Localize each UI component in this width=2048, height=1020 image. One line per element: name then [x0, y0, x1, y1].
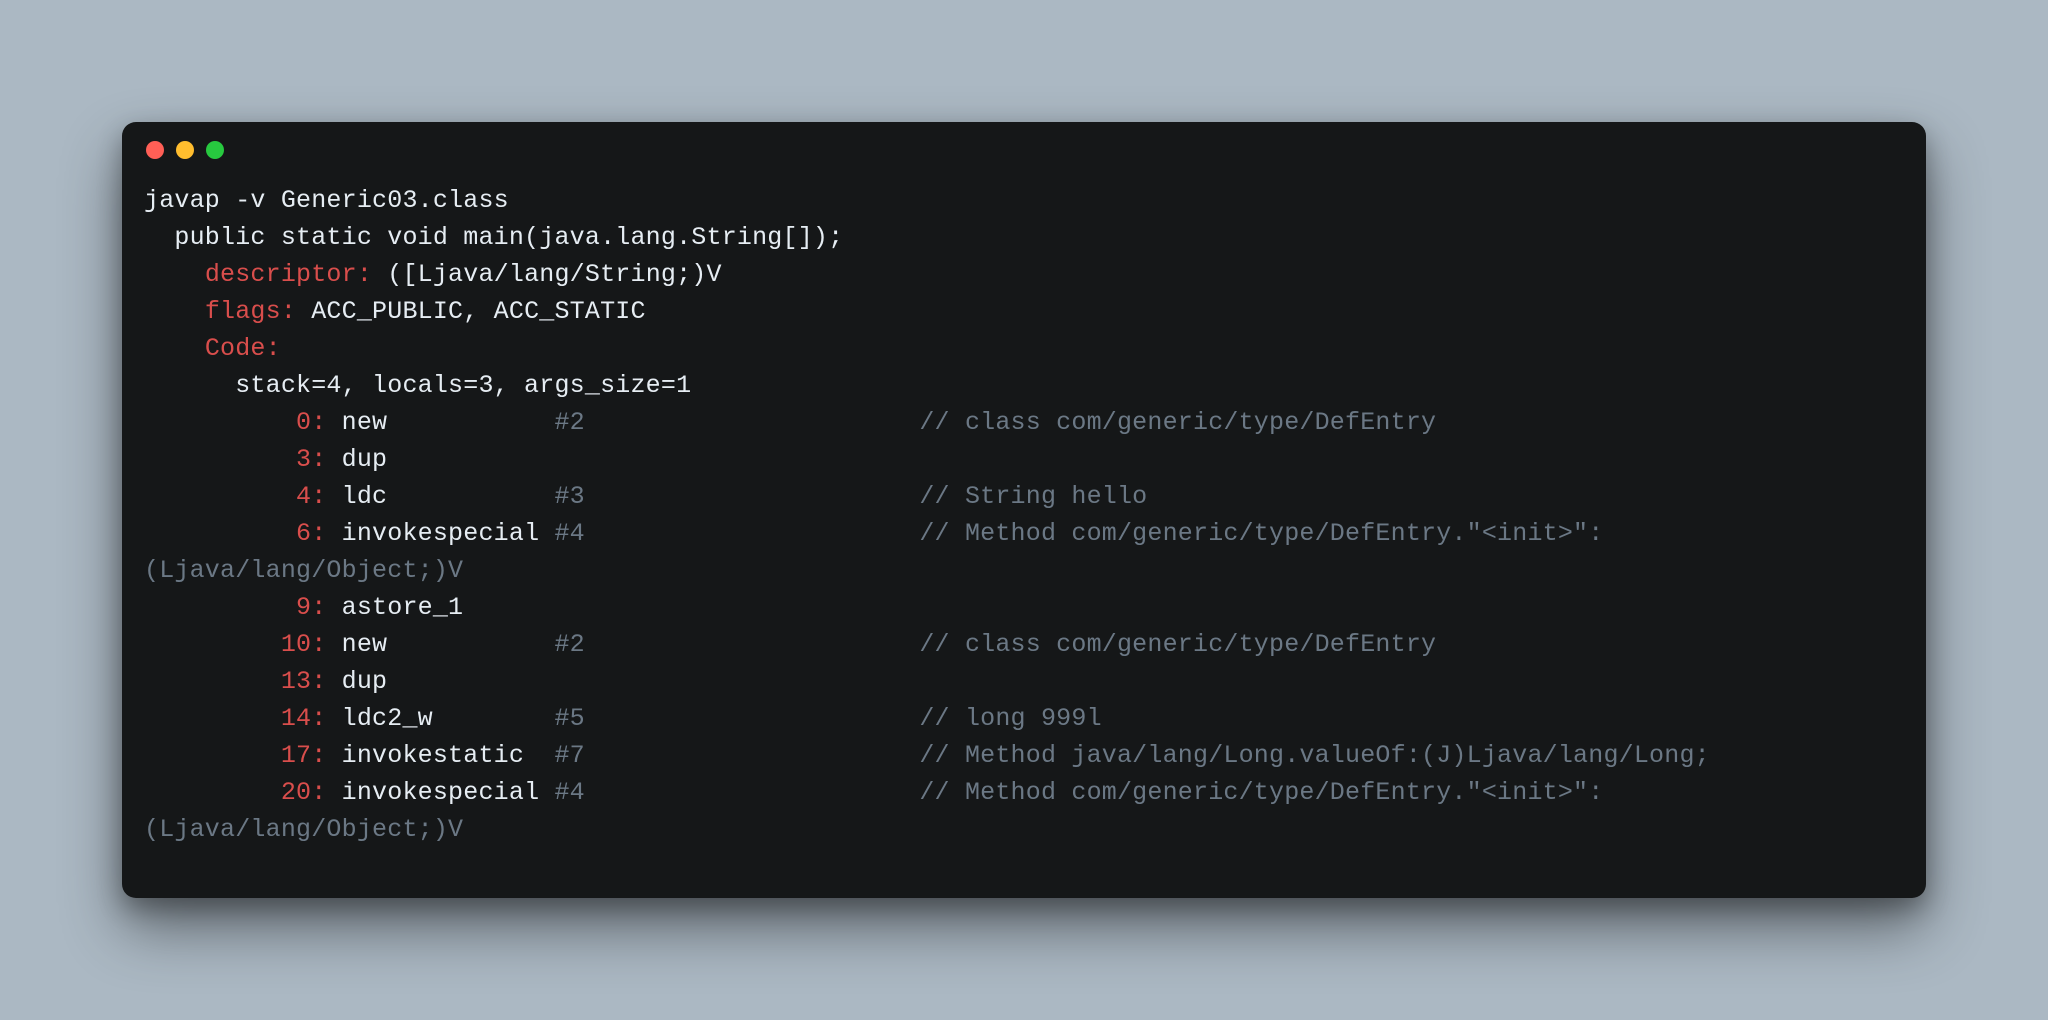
minimize-icon[interactable]	[176, 141, 194, 159]
window-titlebar	[122, 122, 1926, 178]
terminal-window: javap -v Generic03.class public static v…	[122, 122, 1926, 898]
code-block: javap -v Generic03.class public static v…	[122, 178, 1926, 858]
zoom-icon[interactable]	[206, 141, 224, 159]
close-icon[interactable]	[146, 141, 164, 159]
page-background: javap -v Generic03.class public static v…	[0, 0, 2048, 1020]
